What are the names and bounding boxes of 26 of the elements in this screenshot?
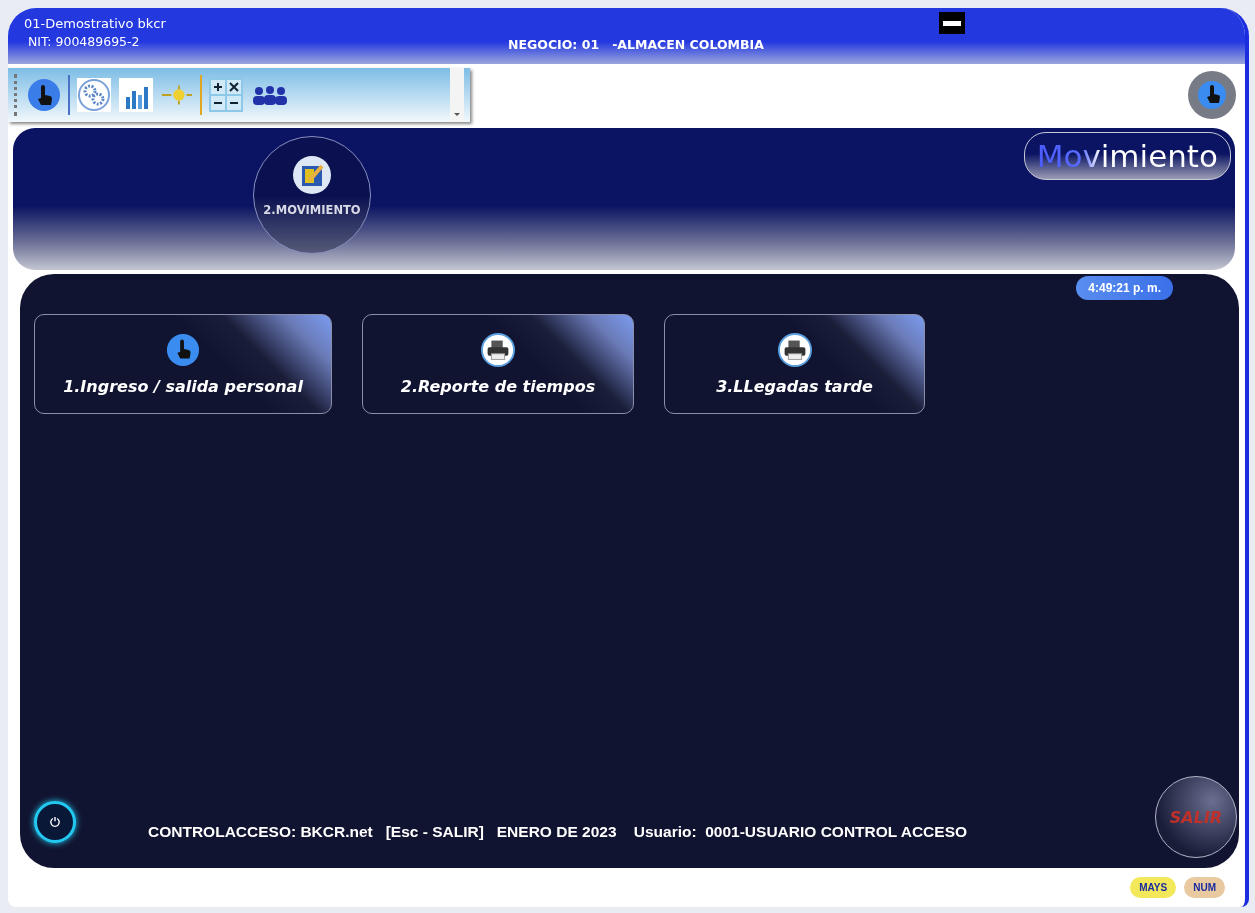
calculator-icon[interactable]: [208, 77, 244, 113]
company-nit: NIT: 900489695-2: [27, 34, 141, 49]
touch-icon[interactable]: [1187, 70, 1237, 120]
menu-option-button[interactable]: 3.LLegadas tarde: [664, 314, 925, 414]
key-status-indicator: NUM: [1184, 877, 1225, 898]
minimize-button[interactable]: [939, 12, 965, 34]
power-button[interactable]: [34, 801, 76, 843]
menu-option-button[interactable]: 2.Reporte de tiempos: [362, 314, 634, 414]
chart-icon[interactable]: [118, 77, 154, 113]
printer-icon: [481, 332, 515, 367]
menu-option-button[interactable]: 1.Ingreso / salida personal: [34, 314, 332, 414]
footer-status-text: CONTROLACCESO: BKCR.net [Esc - SALIR] ENERO DE 2023 Usuario: 0001-USUARIO CONTROL ACCESO: [148, 823, 968, 841]
printer-icon: [777, 332, 812, 367]
gears-icon[interactable]: [76, 77, 112, 113]
touch-icon[interactable]: [26, 77, 62, 113]
key-status-indicator: MAYS: [1130, 877, 1177, 898]
edit-document-icon: [292, 155, 332, 195]
module-title: Movimiento: [1023, 132, 1231, 180]
module-button[interactable]: 2.MOVIMIENTO: [253, 136, 371, 254]
business-name: NEGOCIO: 01 -ALMACEN COLOMBIA: [508, 37, 764, 52]
caret-icon: [453, 110, 461, 118]
touch-icon: [166, 332, 200, 367]
power-icon: [48, 815, 62, 829]
company-name: 01-Demostrativo bkcr: [24, 16, 166, 31]
clock: 4:49:21 p. m.: [1076, 276, 1173, 300]
toolbar-grip-icon[interactable]: [14, 74, 20, 116]
